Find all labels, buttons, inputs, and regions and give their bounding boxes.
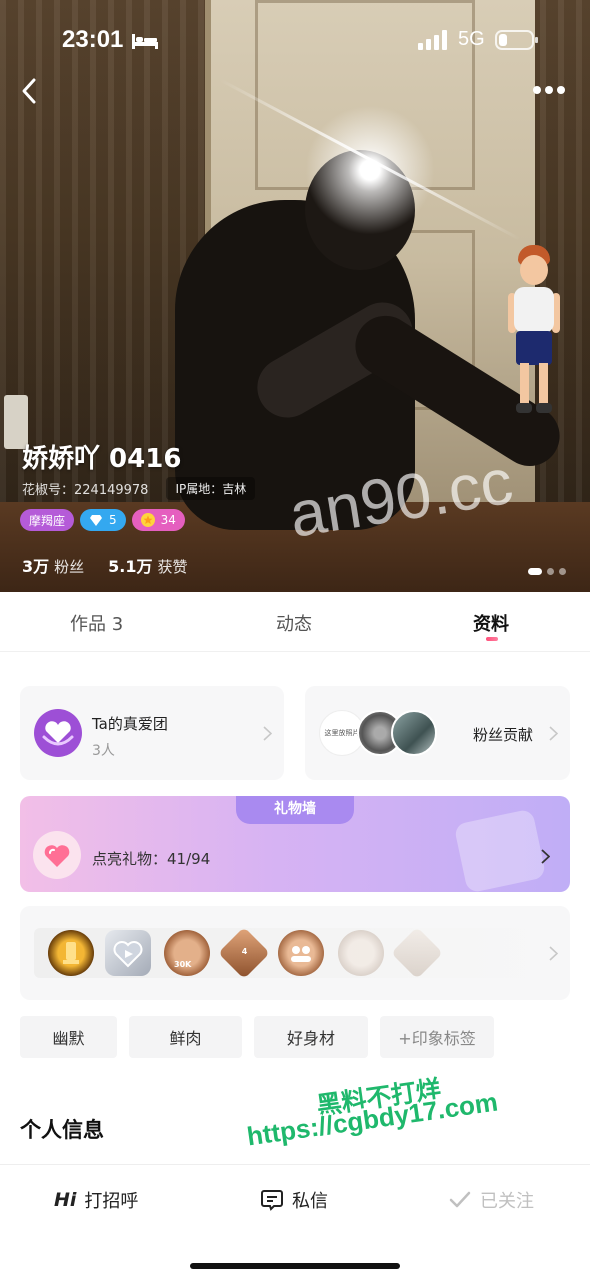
bronze-group-medal-icon[interactable] bbox=[278, 930, 324, 976]
status-bar: 23:01 5G bbox=[0, 20, 590, 64]
checkmark-icon bbox=[449, 1191, 471, 1208]
greet-label: 打招呼 bbox=[84, 1191, 139, 1212]
fan-avatar-caption: 这里放照片 bbox=[324, 729, 360, 737]
followers-stat[interactable]: 3万 粉丝 bbox=[22, 553, 84, 577]
tag-item[interactable]: 鲜肉 bbox=[129, 1016, 242, 1058]
gift-lit-value: 41/94 bbox=[167, 850, 211, 868]
likes-label: 获赞 bbox=[157, 558, 188, 576]
fan-club-card[interactable]: Ta的真爱团 3人 bbox=[20, 686, 284, 780]
profile-tabs: 作品 3 动态 资料 bbox=[0, 592, 590, 652]
gift-wall-card[interactable]: 礼物墙 点亮礼物：41/94 bbox=[20, 796, 570, 892]
fan-club-heart-icon bbox=[34, 709, 82, 757]
more-options-icon[interactable] bbox=[532, 84, 566, 96]
chevron-right-icon bbox=[549, 946, 558, 961]
gray-locked-medal-icon[interactable] bbox=[338, 930, 384, 976]
gift-wall-header: 礼物墙 bbox=[236, 796, 354, 824]
chevron-right-icon bbox=[541, 849, 550, 864]
tab-moments[interactable]: 动态 bbox=[276, 610, 312, 636]
pager-dot bbox=[528, 568, 542, 575]
fan-club-count: 3人 bbox=[92, 743, 115, 759]
active-tab-indicator bbox=[486, 637, 498, 641]
followers-count: 3万 bbox=[22, 557, 50, 576]
likes-count: 5.1万 bbox=[108, 557, 153, 576]
gold-trophy-medal-icon[interactable] bbox=[48, 930, 94, 976]
zodiac-label: 摩羯座 bbox=[29, 513, 66, 528]
star-level: 34 bbox=[160, 513, 176, 527]
back-arrow-icon[interactable] bbox=[16, 74, 42, 108]
fan-club-title: Ta的真爱团 bbox=[92, 715, 168, 733]
gift-lit-count: 点亮礼物：41/94 bbox=[92, 848, 210, 869]
medals-card[interactable]: 30K 4 bbox=[20, 906, 570, 1000]
followed-label: 已关注 bbox=[480, 1191, 534, 1212]
pager-dot bbox=[559, 568, 566, 575]
photo-pager-dots bbox=[528, 568, 566, 575]
chevron-right-icon bbox=[549, 726, 558, 741]
user-id[interactable]: 花椒号：224149978 bbox=[22, 479, 148, 498]
fan-contribution-title: 粉丝贡献 bbox=[473, 726, 534, 744]
diamond-level: 5 bbox=[109, 513, 117, 527]
star-level-badge[interactable]: 34 bbox=[131, 509, 185, 531]
fan-contribution-card[interactable]: 这里放照片 粉丝贡献 bbox=[305, 686, 570, 780]
tag-item[interactable]: 好身材 bbox=[254, 1016, 368, 1058]
message-label: 私信 bbox=[292, 1191, 328, 1212]
personal-info-heading: 个人信息 bbox=[20, 1118, 104, 1142]
impression-tags: 幽默 鲜肉 好身材 +印象标签 bbox=[20, 1016, 494, 1058]
add-impression-tag-button[interactable]: +印象标签 bbox=[380, 1016, 494, 1058]
tag-item[interactable]: 幽默 bbox=[20, 1016, 117, 1058]
gift-lit-label: 点亮礼物： bbox=[92, 850, 168, 868]
gift-wall-title: 礼物墙 bbox=[274, 801, 316, 817]
silver-heart-play-medal-icon[interactable] bbox=[105, 930, 151, 976]
cellular-signal-icon bbox=[418, 30, 447, 50]
pager-dot bbox=[547, 568, 554, 575]
network-type: 5G bbox=[458, 28, 485, 50]
followed-button[interactable]: 已关注 bbox=[448, 1187, 534, 1213]
likes-stat[interactable]: 5.1万 获赞 bbox=[108, 553, 187, 577]
medal-30k-text: 30K bbox=[174, 960, 192, 969]
heart-gift-icon bbox=[33, 831, 81, 879]
bottom-action-bar: Hi 打招呼 私信 已关注 bbox=[0, 1164, 590, 1280]
top-fans-avatars: 这里放照片 bbox=[319, 710, 439, 756]
profile-cover-photo[interactable]: an90.cc 23:01 5G 娇娇吖 0416 花椒号：224149978 … bbox=[0, 0, 590, 592]
message-bubble-icon bbox=[261, 1190, 283, 1211]
chevron-right-icon bbox=[263, 726, 272, 741]
hi-icon: Hi bbox=[54, 1189, 77, 1211]
id-row: 花椒号：224149978 IP属地：吉林 bbox=[22, 477, 256, 500]
bronze-30k-medal-icon[interactable]: 30K bbox=[164, 930, 210, 976]
star-icon bbox=[140, 513, 155, 527]
camera-flash-glare bbox=[300, 100, 440, 240]
user-name: 娇娇吖 0416 bbox=[22, 444, 182, 474]
gift-box-decoration bbox=[453, 808, 547, 892]
greet-button[interactable]: Hi 打招呼 bbox=[54, 1187, 138, 1213]
diamond-icon bbox=[90, 515, 103, 526]
diamond-level-badge[interactable]: 5 bbox=[80, 509, 126, 531]
fan-avatar bbox=[391, 710, 437, 756]
status-time: 23:01 bbox=[62, 26, 124, 53]
home-indicator bbox=[190, 1263, 400, 1269]
ip-location: IP属地：吉林 bbox=[166, 477, 256, 500]
zodiac-badge[interactable]: 摩羯座 bbox=[20, 509, 75, 531]
tab-works[interactable]: 作品 3 bbox=[70, 610, 123, 636]
medal-level-text: 4 bbox=[241, 947, 248, 957]
tab-profile-info[interactable]: 资料 bbox=[473, 610, 509, 636]
badge-row: 摩羯座 5 34 bbox=[20, 509, 185, 531]
3d-avatar-character[interactable] bbox=[506, 245, 562, 420]
stats-row: 3万 粉丝 5.1万 获赞 bbox=[22, 553, 188, 577]
battery-icon bbox=[495, 30, 538, 50]
followers-label: 粉丝 bbox=[54, 558, 85, 576]
private-message-button[interactable]: 私信 bbox=[260, 1187, 328, 1213]
sleep-mode-bed-icon bbox=[132, 34, 158, 49]
